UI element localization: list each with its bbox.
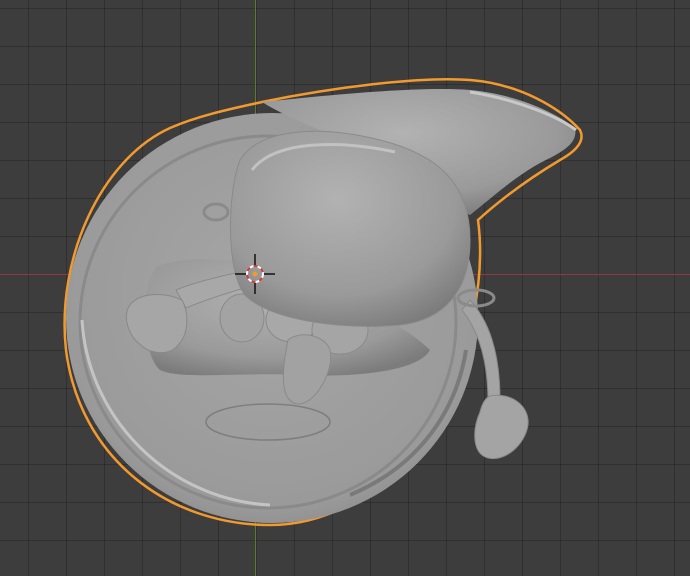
cursor-center-dot [252,271,258,277]
selected-object[interactable] [63,77,583,527]
scene-view[interactable] [0,0,690,576]
3d-viewport[interactable] [0,0,690,576]
hand-right [474,394,529,460]
